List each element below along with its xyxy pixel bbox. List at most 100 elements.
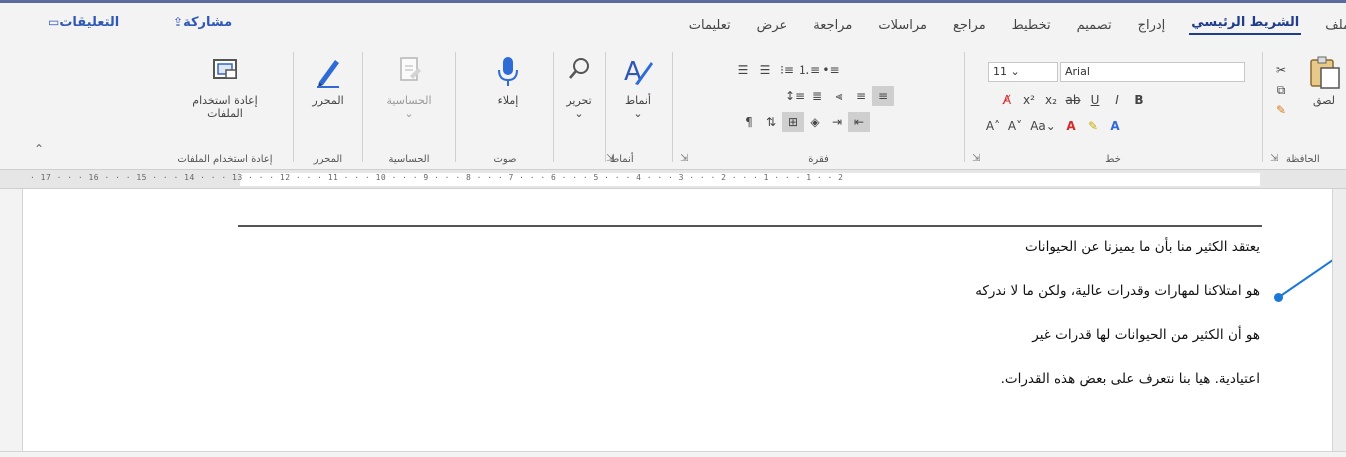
shading-icon[interactable]: ◈	[804, 112, 826, 132]
borders-icon[interactable]: ⊞	[782, 112, 804, 132]
vertical-scrollbar[interactable]	[1332, 189, 1346, 451]
font-color-icon[interactable]: A	[1060, 116, 1082, 136]
clipboard-launcher-icon[interactable]: ⇲	[1270, 153, 1278, 164]
tab-references[interactable]: مراجع	[951, 18, 988, 33]
grow-font-icon[interactable]: A˄	[982, 116, 1004, 136]
align-center-icon[interactable]: ≡	[850, 86, 872, 106]
group-label-styles: أنماط	[610, 154, 634, 165]
group-clipboard: ✂ ⧉ ✎ لصق الحافظة ⇲	[1266, 50, 1346, 165]
editor-button[interactable]: المحرر	[302, 54, 354, 107]
highlight-icon[interactable]: ✎	[1082, 116, 1104, 136]
document-body[interactable]: يعتقد الكثير منا بأن ما يميزنا عن الحيوا…	[560, 235, 1260, 411]
bold-icon[interactable]: B	[1128, 90, 1150, 110]
format-painter-icon[interactable]: ✎	[1270, 100, 1292, 120]
comments-button[interactable]: ▭التعليقات	[45, 15, 119, 30]
reuse-files-label-2: الملفات	[207, 107, 243, 120]
clear-formatting-icon[interactable]: A̸	[996, 90, 1018, 110]
tab-mailings[interactable]: مراسلات	[876, 18, 929, 33]
font-size-combo[interactable]: 11 ⌄	[988, 62, 1058, 82]
paragraph-launcher-icon[interactable]: ⇲	[680, 153, 688, 164]
ribbon-divider	[964, 52, 965, 162]
indent-decrease-icon[interactable]: ☰	[732, 60, 754, 80]
tab-layout[interactable]: تخطيط	[1010, 18, 1053, 33]
group-label-paragraph: فقرة	[808, 154, 829, 165]
collapse-ribbon-icon[interactable]: ⌃	[34, 142, 44, 156]
numbered-list-icon[interactable]: ⒈≡	[798, 60, 820, 80]
dictate-label: إملاء	[497, 94, 519, 107]
tab-home[interactable]: الشريط الرئيسي	[1189, 15, 1302, 35]
text-effects-icon[interactable]: A	[1104, 116, 1126, 136]
strikethrough-icon[interactable]: ab	[1062, 90, 1084, 110]
search-icon	[569, 58, 589, 79]
rtl-icon[interactable]: ⇤	[848, 112, 870, 132]
align-left-icon[interactable]: ⫷	[828, 86, 850, 106]
ribbon-divider	[293, 52, 294, 162]
indent-increase-icon[interactable]: ☰	[754, 60, 776, 80]
styles-button[interactable]: A أنماط ⌄	[616, 54, 660, 120]
group-editing: تحرير ⌄	[556, 50, 602, 165]
document-page[interactable]: يعتقد الكثير منا بأن ما يميزنا عن الحيوا…	[22, 189, 1346, 451]
superscript-icon[interactable]: x²	[1018, 90, 1040, 110]
cut-icon[interactable]: ✂	[1270, 60, 1292, 80]
tab-design[interactable]: تصميم	[1075, 18, 1114, 33]
ribbon-divider	[1262, 52, 1263, 162]
font-row-1: A̸ x² x₂ ab U I B	[996, 90, 1150, 110]
group-label-voice: صوت	[493, 154, 517, 165]
paste-label: لصق	[1312, 94, 1336, 107]
reuse-files-button[interactable]: إعادة استخدام الملفات	[170, 54, 280, 120]
styles-icon: A	[624, 57, 653, 87]
copy-icon[interactable]: ⧉	[1270, 80, 1292, 100]
line-spacing-icon[interactable]: ↕≡	[784, 86, 806, 106]
tab-file[interactable]: ملف	[1323, 18, 1346, 33]
font-name-combo[interactable]: Arial	[1060, 62, 1245, 82]
document-line[interactable]: هو أن الكثير من الحيوانات لها قدرات غير	[560, 323, 1260, 367]
document-line[interactable]: يعتقد الكثير منا بأن ما يميزنا عن الحيوا…	[560, 235, 1260, 279]
share-button[interactable]: ⇪مشاركة	[170, 15, 232, 30]
tab-view[interactable]: عرض	[755, 18, 790, 33]
comment-icon: ▭	[48, 15, 60, 29]
horizontal-ruler[interactable]: · 17 · · · 16 · · · 15 · · · 14 · · · 13…	[0, 169, 1346, 189]
ribbon-divider	[672, 52, 673, 162]
window-bottom-edge	[0, 451, 1346, 457]
tab-help[interactable]: تعليمات	[687, 18, 733, 33]
group-font: 11 ⌄ Arial A̸ x² x₂ ab U I B A˄ A˅ Aa⌄ A ✎ A خط ⇲	[968, 50, 1258, 165]
styles-launcher-icon[interactable]: ⇲	[606, 153, 614, 164]
editing-dropdown-icon: ⌄	[574, 107, 584, 120]
share-icon: ⇪	[173, 15, 184, 29]
ribbon-divider	[605, 52, 606, 162]
bullet-list-icon[interactable]: •≡	[820, 60, 842, 80]
justify-icon[interactable]: ≣	[806, 86, 828, 106]
group-styles: A أنماط ⌄ أنماط ⇲	[606, 50, 668, 165]
dictate-button[interactable]: إملاء	[488, 54, 528, 107]
subscript-icon[interactable]: x₂	[1040, 90, 1062, 110]
sensitivity-button[interactable]: الحساسية ⌄	[374, 54, 444, 120]
tab-insert[interactable]: إدراج	[1136, 18, 1168, 33]
sort-icon[interactable]: ⇅	[760, 112, 782, 132]
styles-label: أنماط	[624, 94, 651, 107]
document-line[interactable]: اعتيادية. هيا بنا نتعرف على بعض هذه القد…	[560, 367, 1260, 411]
font-row-2: A˄ A˅ Aa⌄ A ✎ A	[982, 116, 1126, 136]
group-paragraph: ☰ ☰ ⁝≡ ⒈≡ •≡ ↕≡ ≣ ⫷ ≡ ≡ ¶ ⇅ ⊞ ◈ ⇥ ⇤ فقرة ⇲	[676, 50, 961, 165]
paragraph-row-3: ¶ ⇅ ⊞ ◈ ⇥ ⇤	[738, 112, 870, 132]
group-label-sensitivity: الحساسية	[388, 154, 430, 165]
align-right-icon[interactable]: ≡	[872, 86, 894, 106]
show-marks-icon[interactable]: ¶	[738, 112, 760, 132]
document-line[interactable]: هو امتلاكنا لمهارات وقدرات عالية، ولكن م…	[560, 279, 1260, 323]
group-sensitivity: الحساسية ⌄ الحساسية	[368, 50, 450, 165]
paste-icon	[1310, 56, 1340, 89]
underline-icon[interactable]: U	[1084, 90, 1106, 110]
microphone-icon	[498, 57, 518, 86]
italic-icon[interactable]: I	[1106, 90, 1128, 110]
font-launcher-icon[interactable]: ⇲	[972, 153, 980, 164]
change-case-icon[interactable]: Aa⌄	[1026, 116, 1060, 136]
ltr-icon[interactable]: ⇥	[826, 112, 848, 132]
tab-review[interactable]: مراجعة	[811, 18, 854, 33]
group-voice: إملاء صوت	[460, 50, 550, 165]
sensitivity-icon	[400, 57, 421, 81]
editing-button[interactable]: تحرير ⌄	[558, 54, 600, 120]
shrink-font-icon[interactable]: A˅	[1004, 116, 1026, 136]
group-label-clipboard: الحافظة	[1286, 154, 1320, 165]
multilevel-list-icon[interactable]: ⁝≡	[776, 60, 798, 80]
paste-button[interactable]: لصق	[1304, 54, 1344, 107]
styles-dropdown-icon: ⌄	[633, 107, 643, 120]
